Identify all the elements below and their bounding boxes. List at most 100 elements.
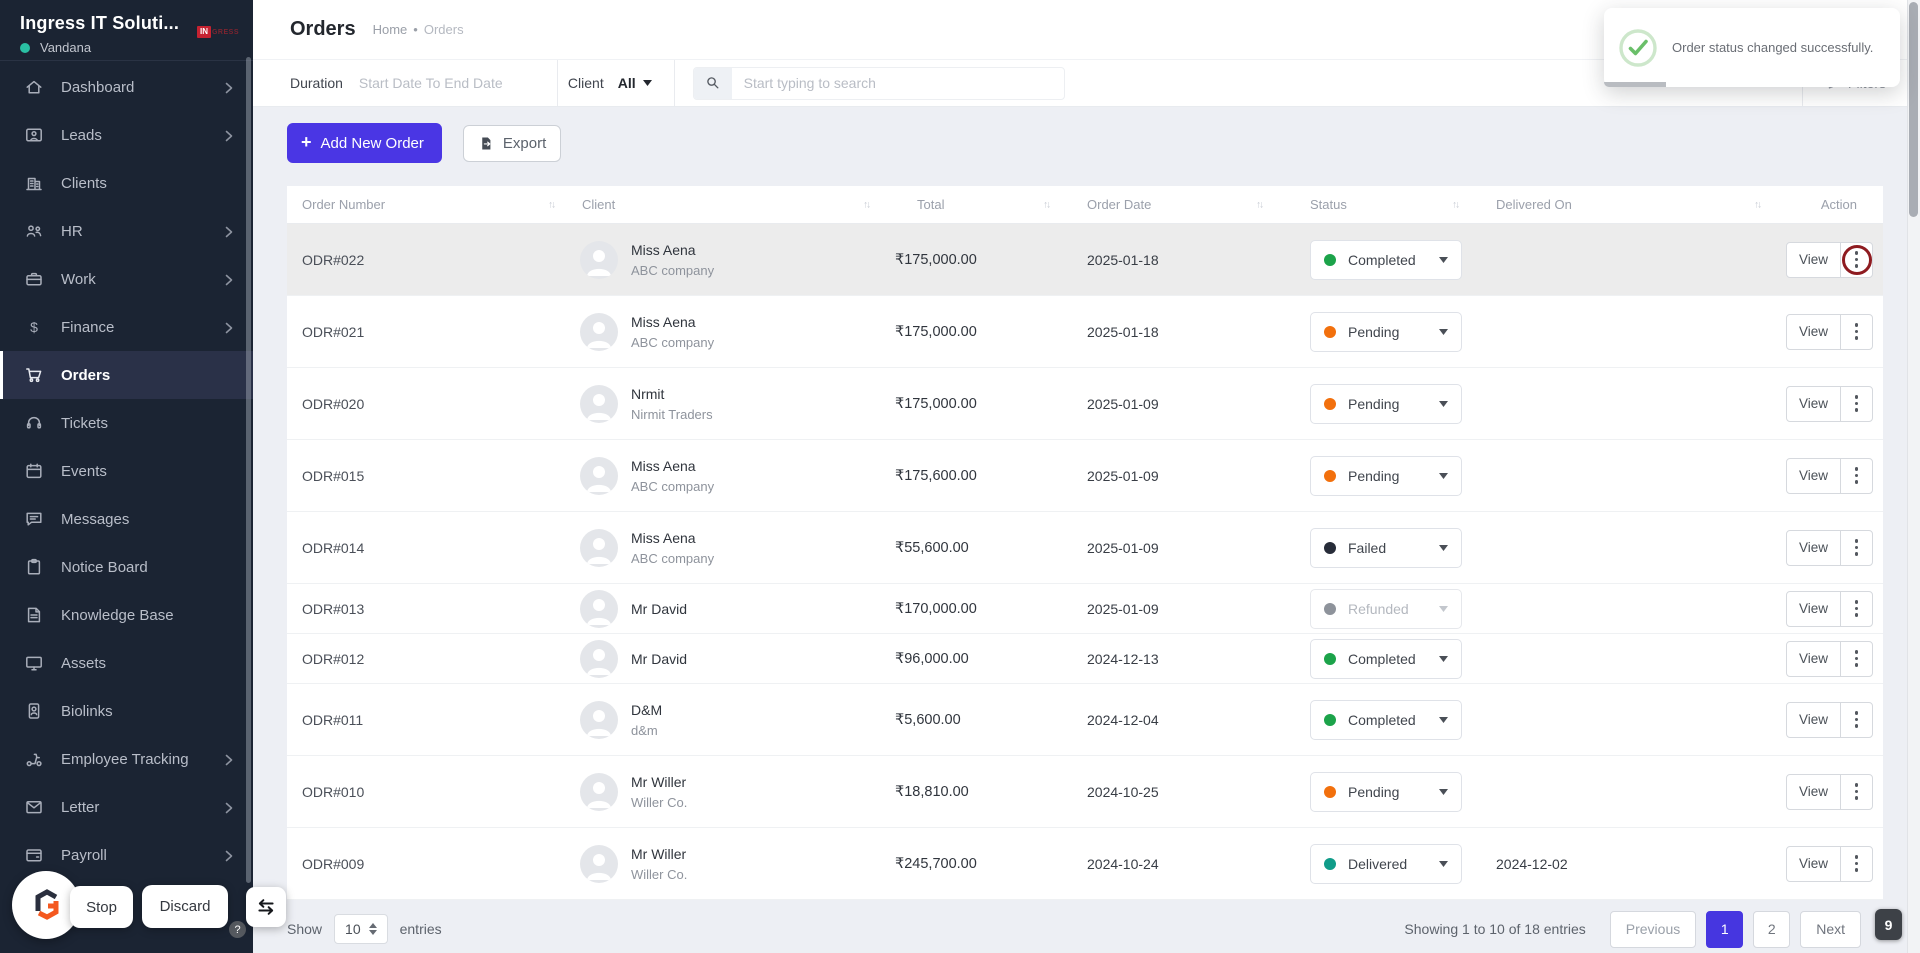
client-name: Miss Aena xyxy=(631,457,696,474)
view-button[interactable]: View xyxy=(1787,775,1840,809)
status-select[interactable]: Pending xyxy=(1310,455,1462,496)
kebab-menu-button[interactable] xyxy=(1840,846,1872,881)
column-header-order-number[interactable]: Order Number ↑↓ xyxy=(287,186,580,223)
column-header-total[interactable]: Total ↑↓ xyxy=(895,186,1075,223)
view-button[interactable]: View xyxy=(1787,847,1840,881)
swap-button[interactable] xyxy=(246,887,286,927)
view-button[interactable]: View xyxy=(1787,459,1840,493)
sidebar-item-orders[interactable]: Orders xyxy=(0,351,253,399)
kebab-menu-button[interactable] xyxy=(1840,458,1872,493)
column-header-delivered-on[interactable]: Delivered On ↑↓ xyxy=(1484,186,1786,223)
status-select[interactable]: Pending xyxy=(1310,771,1462,812)
status-select[interactable]: Completed xyxy=(1310,699,1462,740)
sidebar-item-biolinks[interactable]: Biolinks xyxy=(0,687,253,735)
client-avatar xyxy=(580,312,618,351)
status-select[interactable]: Pending xyxy=(1310,311,1462,352)
scooter-icon xyxy=(24,749,44,769)
sort-icon[interactable]: ↑↓ xyxy=(1754,199,1762,210)
pagination-next[interactable]: Next xyxy=(1800,910,1862,948)
sidebar-scrollbar[interactable] xyxy=(246,57,251,883)
view-button[interactable]: View xyxy=(1787,315,1840,349)
view-button[interactable]: View xyxy=(1787,387,1840,421)
view-button[interactable]: View xyxy=(1787,243,1840,277)
order-number: ODR#020 xyxy=(302,395,365,412)
sort-icon[interactable]: ↑↓ xyxy=(1256,199,1264,210)
sidebar-item-finance[interactable]: $ Finance xyxy=(0,303,253,351)
pagination-2[interactable]: 2 xyxy=(1753,910,1791,948)
order-total: ₹175,000.00 xyxy=(895,323,977,340)
view-button[interactable]: View xyxy=(1787,531,1840,565)
sidebar-item-tickets[interactable]: Tickets xyxy=(0,399,253,447)
pagination-1[interactable]: 1 xyxy=(1706,910,1744,948)
idcard-icon xyxy=(24,701,44,721)
sidebar-item-employee-tracking[interactable]: Employee Tracking xyxy=(0,735,253,783)
kebab-menu-button[interactable] xyxy=(1840,641,1872,676)
sort-icon[interactable]: ↑↓ xyxy=(548,199,556,210)
sort-icon[interactable]: ↑↓ xyxy=(1452,199,1460,210)
status-select[interactable]: Refunded xyxy=(1310,588,1462,629)
caret-down-icon xyxy=(642,80,652,87)
stop-button[interactable]: Stop xyxy=(70,886,133,928)
view-button[interactable]: View xyxy=(1787,642,1840,676)
status-select[interactable]: Pending xyxy=(1310,383,1462,424)
sidebar-item-assets[interactable]: Assets xyxy=(0,639,253,687)
column-header-status[interactable]: Status ↑↓ xyxy=(1288,186,1484,223)
sort-icon[interactable]: ↑↓ xyxy=(1043,199,1051,210)
sidebar-item-knowledge-base[interactable]: Knowledge Base xyxy=(0,591,253,639)
sidebar-item-work[interactable]: Work xyxy=(0,255,253,303)
status-select[interactable]: Completed xyxy=(1310,638,1462,679)
column-header-client[interactable]: Client ↑↓ xyxy=(580,186,895,223)
sidebar-item-hr[interactable]: HR xyxy=(0,207,253,255)
status-select[interactable]: Delivered xyxy=(1310,843,1462,884)
kebab-menu-button[interactable] xyxy=(1840,530,1872,565)
table-row: ODR#012 Mr David ₹96,000.00 2024-12-13 Compl… xyxy=(287,634,1884,684)
sidebar-item-dashboard[interactable]: Dashboard xyxy=(0,63,253,111)
view-button[interactable]: View xyxy=(1787,703,1840,737)
kebab-icon xyxy=(1854,251,1859,268)
scrollbar-thumb[interactable] xyxy=(1909,2,1918,217)
view-button[interactable]: View xyxy=(1787,592,1840,626)
status-select[interactable]: Completed xyxy=(1310,239,1462,280)
order-date: 2024-10-24 xyxy=(1087,855,1159,872)
sidebar-item-notice-board[interactable]: Notice Board xyxy=(0,543,253,591)
entries-summary: Showing 1 to 10 of 18 entries xyxy=(1404,921,1586,937)
discard-button[interactable]: Discard xyxy=(142,885,228,928)
kebab-menu-button[interactable] xyxy=(1840,774,1872,809)
action-cell: View xyxy=(1786,590,1883,627)
sidebar-item-messages[interactable]: Messages xyxy=(0,495,253,543)
action-cell: View xyxy=(1786,640,1883,677)
sidebar-item-events[interactable]: Events xyxy=(0,447,253,495)
status-select[interactable]: Failed xyxy=(1310,527,1462,568)
kebab-menu-button[interactable] xyxy=(1840,386,1872,421)
kebab-menu-button[interactable] xyxy=(1840,702,1872,737)
duration-input[interactable] xyxy=(358,75,557,92)
kebab-menu-button[interactable] xyxy=(1840,242,1872,277)
order-date: 2025-01-09 xyxy=(1087,395,1159,412)
column-header-order-date[interactable]: Order Date ↑↓ xyxy=(1075,186,1288,223)
svg-text:$: $ xyxy=(30,319,38,335)
kebab-menu-button[interactable] xyxy=(1840,591,1872,626)
breadcrumb-home[interactable]: Home xyxy=(373,22,408,37)
sidebar-item-letter[interactable]: Letter xyxy=(0,783,253,831)
action-cell: View xyxy=(1786,385,1883,422)
sidebar-item-clients[interactable]: Clients xyxy=(0,159,253,207)
sidebar-item-leads[interactable]: Leads xyxy=(0,111,253,159)
cart-icon xyxy=(24,365,44,385)
client-dropdown[interactable]: All xyxy=(618,75,652,91)
headset-icon xyxy=(24,413,44,433)
order-total: ₹170,000.00 xyxy=(895,600,977,617)
page-size-select[interactable]: 10 xyxy=(334,914,388,944)
export-button[interactable]: Export xyxy=(462,125,562,162)
page-scrollbar[interactable] xyxy=(1907,0,1920,953)
logo-icon xyxy=(35,889,59,920)
chevron-right-icon xyxy=(225,321,233,334)
client-name: Miss Aena xyxy=(631,313,696,330)
status-dot xyxy=(1324,541,1336,554)
pagination-previous[interactable]: Previous xyxy=(1609,910,1697,948)
order-number: ODR#013 xyxy=(302,600,365,617)
sort-icon[interactable]: ↑↓ xyxy=(863,199,871,210)
client-name: Mr David xyxy=(631,600,688,617)
search-input[interactable] xyxy=(731,75,1064,92)
add-new-order-button[interactable]: + Add New Order xyxy=(287,123,442,163)
kebab-menu-button[interactable] xyxy=(1840,314,1872,349)
